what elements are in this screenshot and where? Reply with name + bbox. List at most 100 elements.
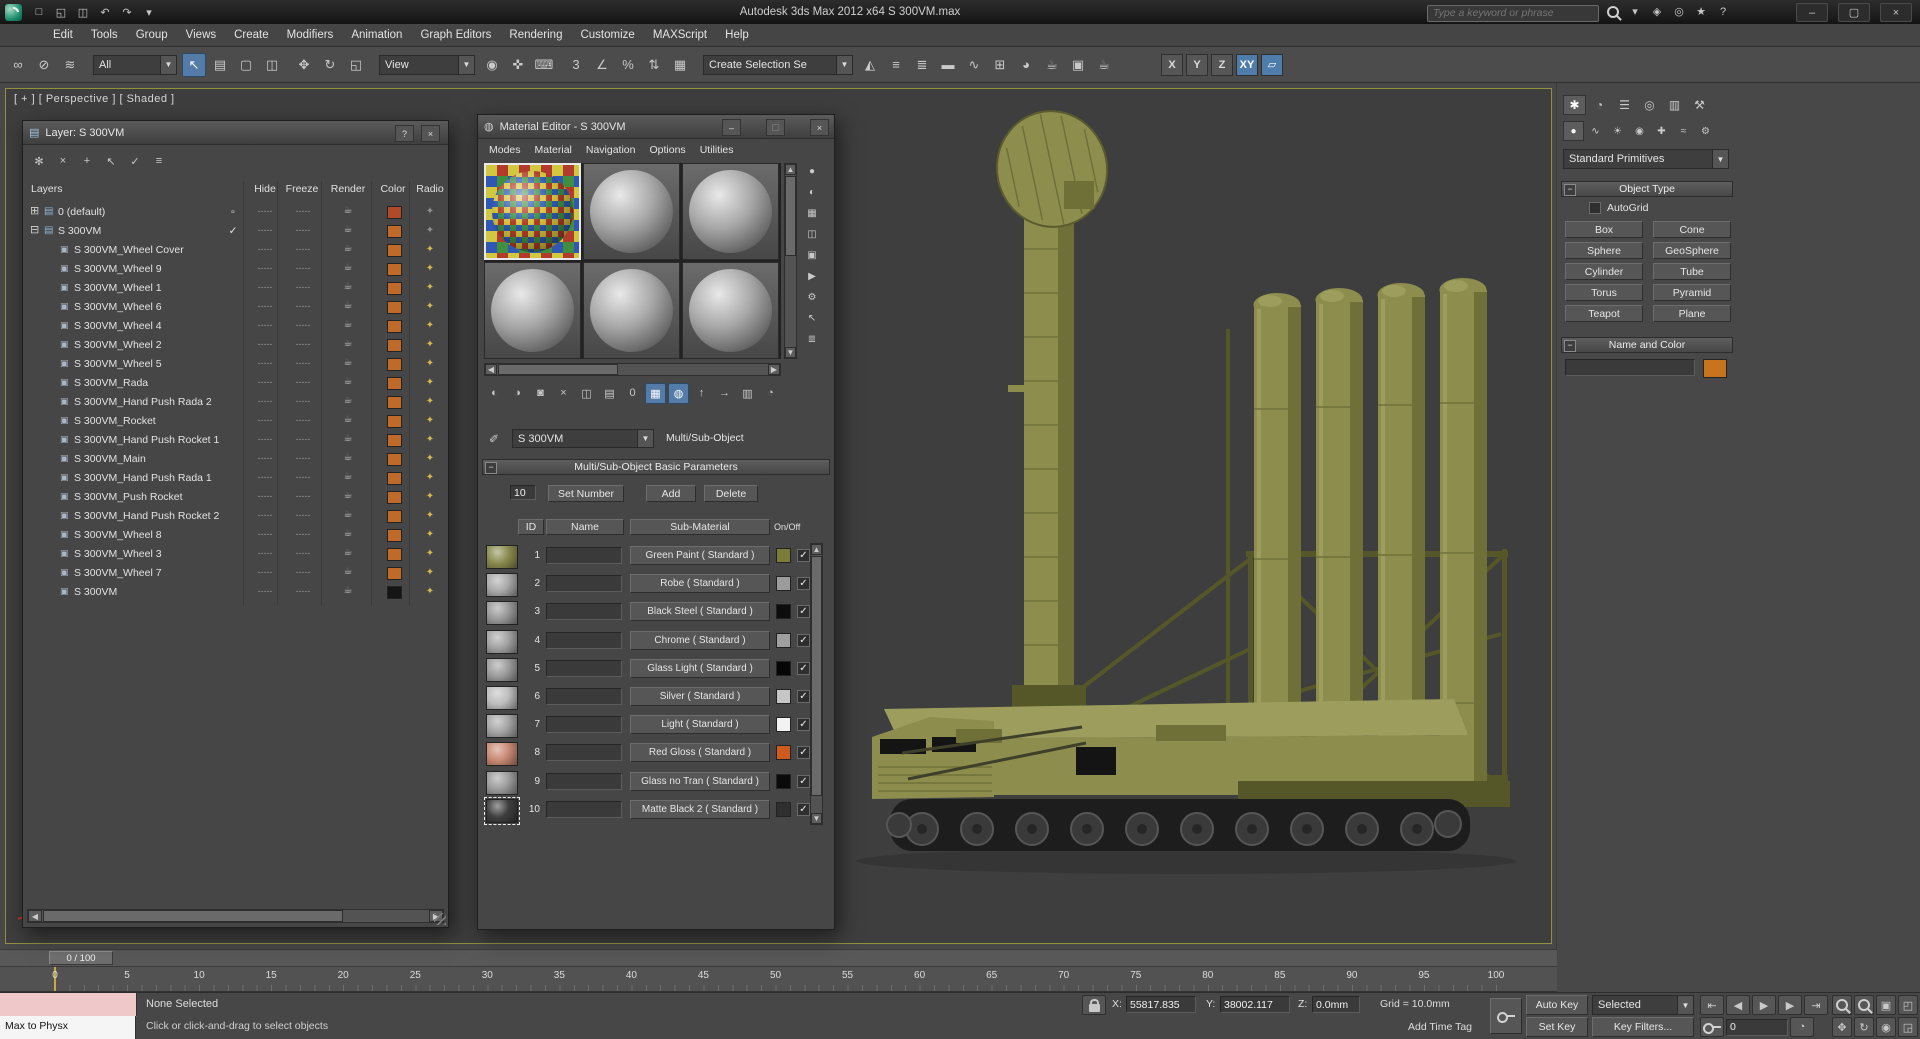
render-toggle[interactable]: ☕ xyxy=(325,281,371,292)
render-toggle[interactable]: ☕ xyxy=(325,433,371,444)
object-row[interactable]: ▣ S 300VM_Hand Push Rocket 1 ----- ----- ☕ ✦ xyxy=(27,431,444,450)
column-radio[interactable]: Radio xyxy=(413,183,447,195)
material-preview-swatch[interactable] xyxy=(486,657,518,682)
new-scene-icon[interactable]: □ xyxy=(29,3,49,21)
object-row[interactable]: ▣ S 300VM_Rada ----- ----- ☕ ✦ xyxy=(27,374,444,393)
select-rotate-icon[interactable]: ↻ xyxy=(318,53,342,77)
button-cylinder[interactable]: Cylinder xyxy=(1565,263,1643,280)
use-pivot-center-icon[interactable]: ◉ xyxy=(480,53,504,77)
hide-toggle[interactable]: ----- xyxy=(249,529,281,539)
time-slider[interactable]: 0 / 100 xyxy=(49,951,113,965)
hide-toggle[interactable]: ----- xyxy=(249,339,281,349)
axis-plane-icon[interactable]: ▱ xyxy=(1261,53,1283,76)
max-logo-icon[interactable] xyxy=(5,3,22,21)
layer-color-swatch[interactable] xyxy=(377,491,411,507)
align-icon[interactable]: ≡ xyxy=(884,53,908,77)
sub-material-color-swatch[interactable] xyxy=(776,632,791,648)
render-toggle[interactable]: ☕ xyxy=(325,205,371,216)
fov-icon[interactable]: ◉ xyxy=(1876,1017,1896,1037)
freeze-toggle[interactable]: ----- xyxy=(283,206,323,216)
layer-color-swatch[interactable] xyxy=(377,415,411,431)
tab-modify[interactable]: ◔ xyxy=(1588,95,1611,115)
assign-material-icon[interactable]: ◙ xyxy=(530,383,551,404)
sample-tiling-icon[interactable]: ◫ xyxy=(803,226,821,243)
time-slider-track[interactable]: 0 / 100 xyxy=(0,949,1557,967)
spinner-snap-icon[interactable]: ⇅ xyxy=(642,53,666,77)
render-toggle[interactable]: ☕ xyxy=(325,414,371,425)
layer-row[interactable]: ⊞ ▤ 0 (default) ▫ ----- ----- ☕ ✦ xyxy=(27,203,444,222)
select-scale-icon[interactable]: ◱ xyxy=(344,53,368,77)
unlink-icon[interactable]: ⊘ xyxy=(32,53,56,77)
freeze-toggle[interactable]: ----- xyxy=(283,434,323,444)
menu-tools[interactable]: Tools xyxy=(82,26,127,44)
tab-display[interactable]: ▥ xyxy=(1663,95,1686,115)
favorites-icon[interactable]: ★ xyxy=(1692,3,1710,21)
tab-utilities[interactable]: ⚒ xyxy=(1688,95,1711,115)
help-icon[interactable]: ? xyxy=(1714,3,1732,21)
freeze-toggle[interactable]: ----- xyxy=(283,415,323,425)
delete-layer-icon[interactable]: × xyxy=(53,151,73,171)
material-preview-swatch[interactable] xyxy=(484,796,520,825)
rendered-frame-icon[interactable]: ▣ xyxy=(1066,53,1090,77)
subtab-shapes[interactable]: ∿ xyxy=(1585,121,1606,141)
radiosity-toggle[interactable]: ✦ xyxy=(413,548,447,559)
button-geosphere[interactable]: GeoSphere xyxy=(1653,242,1731,259)
render-toggle[interactable]: ☕ xyxy=(325,395,371,406)
auto-key-button[interactable]: Auto Key xyxy=(1526,995,1588,1015)
percent-snap-icon[interactable]: % xyxy=(616,53,640,77)
select-by-name-icon[interactable]: ▤ xyxy=(208,53,232,77)
pick-from-object-icon[interactable]: ✐ xyxy=(484,429,504,449)
subtab-systems[interactable]: ⚙ xyxy=(1695,121,1716,141)
hide-toggle[interactable]: ----- xyxy=(249,567,281,577)
radiosity-toggle[interactable]: ✦ xyxy=(413,453,447,464)
button-sphere[interactable]: Sphere xyxy=(1565,242,1643,259)
freeze-toggle[interactable]: ----- xyxy=(283,453,323,463)
sub-material-color-swatch[interactable] xyxy=(776,745,791,761)
button-tube[interactable]: Tube xyxy=(1653,263,1731,280)
hide-toggle[interactable]: ----- xyxy=(249,358,281,368)
sample-slot-5[interactable] xyxy=(583,262,680,359)
sample-horizontal-scrollbar[interactable]: ◀ ▶ xyxy=(484,363,781,376)
macro-recorder-line[interactable] xyxy=(0,993,137,1017)
object-row[interactable]: ▣ S 300VM ----- ----- ☕ ✦ xyxy=(27,583,444,602)
sub-material-button[interactable]: Green Paint ( Standard ) xyxy=(630,546,770,565)
set-current-layer-icon[interactable]: ✓ xyxy=(125,151,145,171)
current-frame-field[interactable] xyxy=(1726,1018,1788,1036)
zoom-region-icon[interactable]: ◰ xyxy=(1898,995,1918,1015)
scroll-down-icon[interactable]: ▼ xyxy=(811,813,822,824)
sub-material-on-checkbox[interactable]: ✓ xyxy=(797,746,810,760)
sub-material-name-field[interactable] xyxy=(546,603,622,621)
sample-ui-icon[interactable]: ▥ xyxy=(737,383,758,404)
material-preview-swatch[interactable] xyxy=(486,573,518,598)
layer-color-swatch[interactable] xyxy=(377,282,411,298)
set-number-button[interactable]: Set Number xyxy=(548,485,624,502)
scroll-up-icon[interactable]: ▲ xyxy=(785,164,796,175)
freeze-toggle[interactable]: ----- xyxy=(283,225,323,235)
button-teapot[interactable]: Teapot xyxy=(1565,305,1643,322)
freeze-toggle[interactable]: ----- xyxy=(283,491,323,501)
hide-toggle[interactable]: ----- xyxy=(249,301,281,311)
angle-snap-icon[interactable]: ∠ xyxy=(590,53,614,77)
sub-material-name-field[interactable] xyxy=(546,659,622,677)
render-toggle[interactable]: ☕ xyxy=(325,452,371,463)
x-coord-field[interactable] xyxy=(1126,996,1196,1013)
sub-material-name-field[interactable] xyxy=(546,772,622,790)
layer-color-swatch[interactable] xyxy=(377,396,411,412)
sub-material-on-checkbox[interactable]: ✓ xyxy=(797,774,810,788)
subtab-spacewarps[interactable]: ≈ xyxy=(1673,121,1694,141)
maximize-button[interactable]: ▢ xyxy=(1838,3,1870,22)
sub-material-on-checkbox[interactable]: ✓ xyxy=(797,633,810,647)
radiosity-toggle[interactable]: ✦ xyxy=(413,320,447,331)
keyboard-override-icon[interactable]: ⌨ xyxy=(532,53,556,77)
put-material-icon[interactable]: ◑ xyxy=(507,383,528,404)
object-row[interactable]: ▣ S 300VM_Wheel 9 ----- ----- ☕ ✦ xyxy=(27,260,444,279)
radiosity-toggle[interactable]: ✦ xyxy=(413,263,447,274)
object-name-field[interactable] xyxy=(1565,359,1695,376)
radiosity-toggle[interactable]: ✦ xyxy=(413,510,447,521)
sub-material-on-checkbox[interactable]: ✓ xyxy=(797,802,810,816)
sub-material-color-swatch[interactable] xyxy=(776,717,791,733)
layer-color-swatch[interactable] xyxy=(377,244,411,260)
object-row[interactable]: ▣ S 300VM_Wheel 5 ----- ----- ☕ ✦ xyxy=(27,355,444,374)
hide-freeze-toggle-icon[interactable]: ≡ xyxy=(149,151,169,171)
sub-material-on-checkbox[interactable]: ✓ xyxy=(797,690,810,703)
